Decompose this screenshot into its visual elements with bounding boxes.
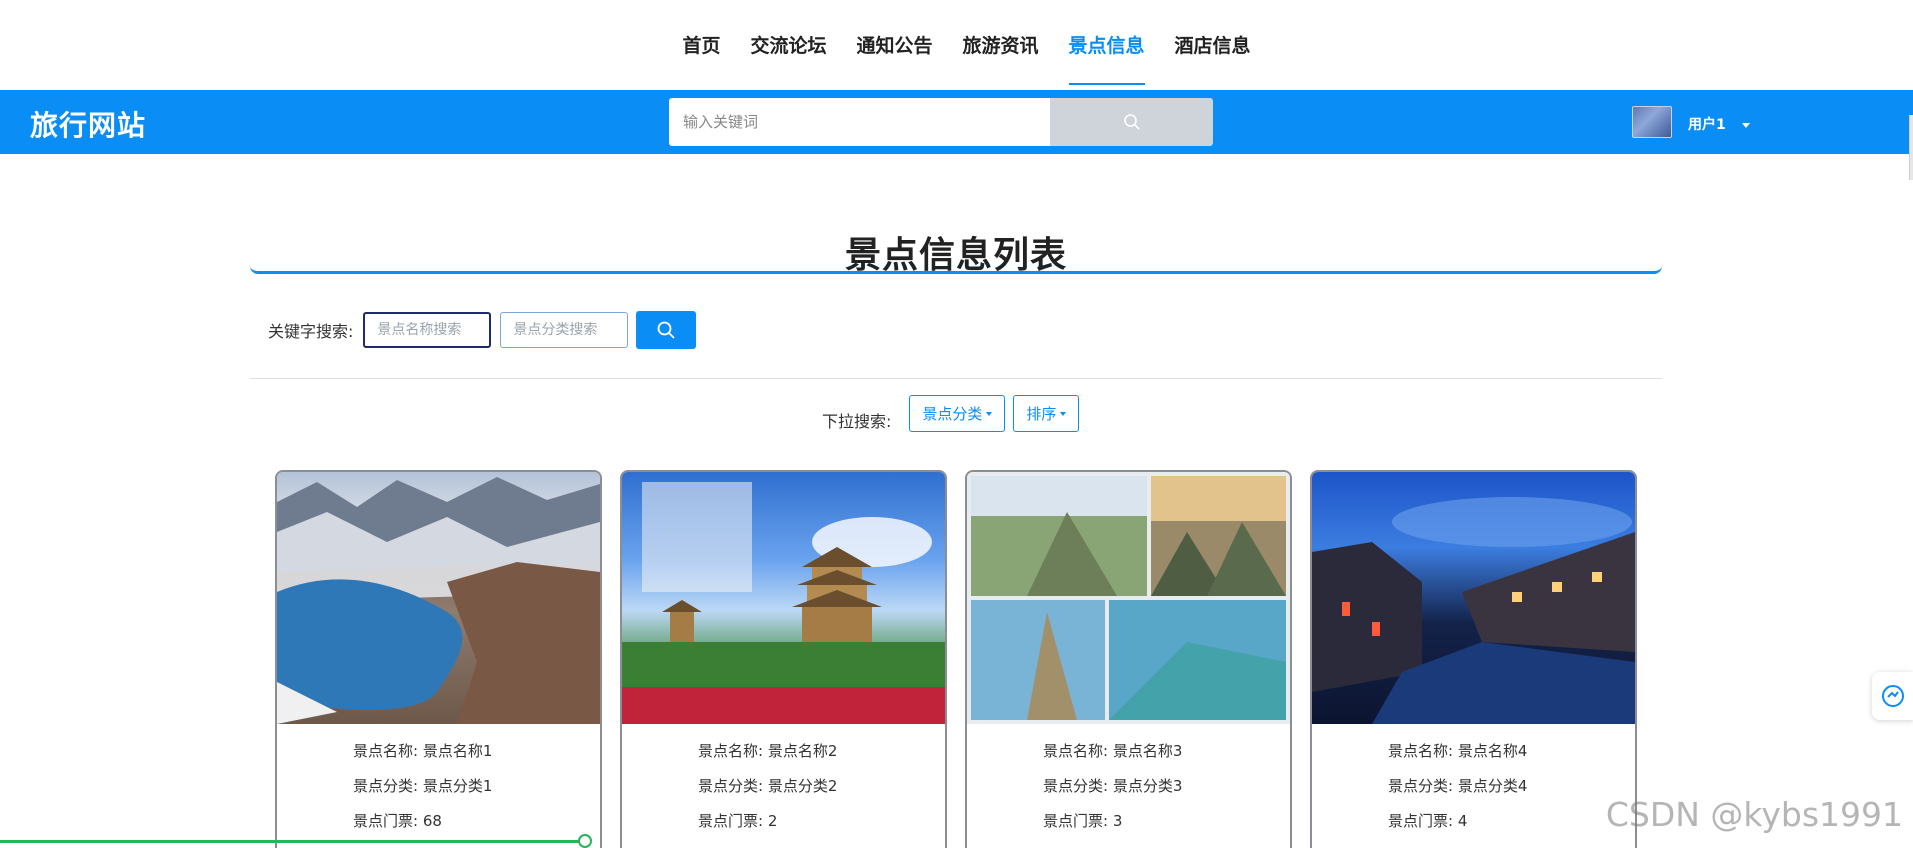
header-search-button[interactable] bbox=[1050, 98, 1213, 146]
spot-category-row: 景点分类: 景点分类2 bbox=[698, 769, 945, 804]
page-title: 景点信息列表 bbox=[844, 235, 1067, 276]
category-dropdown-label: 景点分类 bbox=[922, 405, 983, 423]
spot-category-label: 景点分类: bbox=[353, 777, 419, 795]
landscape-illustration bbox=[277, 477, 600, 724]
spot-price-value: 3 bbox=[1112, 812, 1123, 830]
spot-price-value: 68 bbox=[422, 812, 442, 830]
keyword-search-label: 关键字搜索: bbox=[268, 322, 354, 341]
chevron-down-icon bbox=[986, 411, 993, 416]
spot-category-row: 景点分类: 景点分类3 bbox=[1043, 769, 1290, 804]
spot-name-row: 景点名称: 景点名称3 bbox=[1043, 734, 1290, 769]
spot-category-label: 景点分类: bbox=[1043, 777, 1109, 795]
spot-price-value: 4 bbox=[1457, 812, 1468, 830]
spot-card[interactable]: 景点名称: 景点名称1 景点分类: 景点分类1 景点门票: 68 bbox=[275, 470, 602, 848]
nav-item-scenic-spots[interactable]: 景点信息 bbox=[1054, 0, 1160, 90]
spot-price-row: 景点门票: 2 bbox=[698, 804, 945, 839]
search-icon bbox=[658, 321, 676, 339]
category-dropdown-button[interactable]: 景点分类 bbox=[909, 395, 1006, 432]
spot-card[interactable]: 景点名称: 景点名称4 景点分类: 景点分类4 景点门票: 4 bbox=[1310, 470, 1637, 848]
search-icon bbox=[1123, 114, 1140, 130]
floating-assistant-button[interactable] bbox=[1872, 672, 1913, 720]
header-search-input[interactable] bbox=[669, 98, 1050, 146]
nav-item-home[interactable]: 首页 bbox=[667, 0, 735, 90]
divider bbox=[250, 378, 1662, 379]
spot-image-collage bbox=[967, 472, 1290, 724]
spot-name-row: 景点名称: 景点名称1 bbox=[353, 734, 600, 769]
spot-info: 景点名称: 景点名称1 景点分类: 景点分类1 景点门票: 68 bbox=[277, 724, 600, 839]
title-underline: 景点信息列表 bbox=[250, 218, 1662, 276]
sort-dropdown-button[interactable]: 排序 bbox=[1013, 395, 1080, 432]
spot-category-search-input[interactable] bbox=[500, 312, 629, 348]
site-logo-text[interactable]: 旅行网站 bbox=[30, 104, 146, 144]
assistant-icon bbox=[1882, 685, 1904, 707]
spot-name-value: 景点名称1 bbox=[422, 742, 493, 760]
video-progress-bar[interactable] bbox=[0, 840, 585, 843]
landscape-illustration bbox=[971, 476, 1286, 720]
spot-price-label: 景点门票: bbox=[1043, 812, 1109, 830]
spot-info: 景点名称: 景点名称2 景点分类: 景点分类2 景点门票: 2 bbox=[622, 724, 945, 839]
spot-image-water-town bbox=[1312, 472, 1635, 724]
avatar bbox=[1632, 106, 1672, 138]
spot-price-value: 2 bbox=[767, 812, 778, 830]
spot-name-value: 景点名称4 bbox=[1457, 742, 1528, 760]
spot-card[interactable]: 景点名称: 景点名称2 景点分类: 景点分类2 景点门票: 2 bbox=[620, 470, 947, 848]
spot-category-label: 景点分类: bbox=[698, 777, 764, 795]
spot-price-row: 景点门票: 4 bbox=[1388, 804, 1635, 839]
spot-category-value: 景点分类1 bbox=[422, 777, 493, 795]
dropdown-search-row: 下拉搜索: 景点分类 排序 bbox=[822, 395, 1080, 432]
spot-name-label: 景点名称: bbox=[353, 742, 419, 760]
landscape-illustration bbox=[1312, 497, 1635, 724]
spot-info: 景点名称: 景点名称3 景点分类: 景点分类3 景点门票: 3 bbox=[967, 724, 1290, 839]
landscape-illustration bbox=[622, 482, 945, 724]
user-name: 用户1 bbox=[1688, 117, 1726, 133]
spot-category-value: 景点分类2 bbox=[767, 777, 838, 795]
nav-item-forum[interactable]: 交流论坛 bbox=[735, 0, 841, 90]
sort-dropdown-label: 排序 bbox=[1026, 405, 1057, 423]
video-progress-handle[interactable] bbox=[578, 834, 592, 848]
spot-card-list: 景点名称: 景点名称1 景点分类: 景点分类1 景点门票: 68 景点名称: 景… bbox=[275, 470, 1637, 848]
user-menu[interactable]: 用户1 bbox=[1632, 98, 1750, 138]
nav-item-travel-news[interactable]: 旅游资讯 bbox=[948, 0, 1054, 90]
keyword-search-button[interactable] bbox=[636, 311, 697, 349]
spot-category-value: 景点分类4 bbox=[1457, 777, 1528, 795]
watermark: CSDN @kybs1991 bbox=[1605, 795, 1903, 834]
nav-item-notice[interactable]: 通知公告 bbox=[841, 0, 947, 90]
spot-name-label: 景点名称: bbox=[1388, 742, 1454, 760]
top-navigation: 首页 交流论坛 通知公告 旅游资讯 景点信息 酒店信息 bbox=[0, 0, 1913, 90]
spot-category-label: 景点分类: bbox=[1388, 777, 1454, 795]
chevron-down-icon bbox=[1060, 411, 1067, 416]
spot-info: 景点名称: 景点名称4 景点分类: 景点分类4 景点门票: 4 bbox=[1312, 724, 1635, 839]
header-search bbox=[669, 98, 1213, 146]
spot-price-label: 景点门票: bbox=[353, 812, 419, 830]
nav-list: 首页 交流论坛 通知公告 旅游资讯 景点信息 酒店信息 bbox=[667, 0, 1265, 90]
spot-name-row: 景点名称: 景点名称4 bbox=[1388, 734, 1635, 769]
spot-name-search-input[interactable] bbox=[363, 312, 492, 348]
nav-item-hotels[interactable]: 酒店信息 bbox=[1160, 0, 1266, 90]
spot-image-pagoda bbox=[622, 472, 945, 724]
page: 首页 交流论坛 通知公告 旅游资讯 景点信息 酒店信息 旅行网站 用户1 bbox=[0, 0, 1913, 848]
spot-category-row: 景点分类: 景点分类1 bbox=[353, 769, 600, 804]
spot-name-label: 景点名称: bbox=[1043, 742, 1109, 760]
spot-price-row: 景点门票: 68 bbox=[353, 804, 600, 839]
spot-name-row: 景点名称: 景点名称2 bbox=[698, 734, 945, 769]
dropdown-search-label: 下拉搜索: bbox=[822, 411, 892, 431]
spot-image-snowy-lake bbox=[277, 472, 600, 724]
spot-card[interactable]: 景点名称: 景点名称3 景点分类: 景点分类3 景点门票: 3 bbox=[965, 470, 1292, 848]
spot-name-label: 景点名称: bbox=[698, 742, 764, 760]
scrollbar[interactable] bbox=[1909, 115, 1913, 180]
chevron-down-icon bbox=[1741, 122, 1750, 128]
spot-price-label: 景点门票: bbox=[1388, 812, 1454, 830]
spot-category-row: 景点分类: 景点分类4 bbox=[1388, 769, 1635, 804]
spot-price-label: 景点门票: bbox=[698, 812, 764, 830]
spot-price-row: 景点门票: 3 bbox=[1043, 804, 1290, 839]
spot-category-value: 景点分类3 bbox=[1112, 777, 1183, 795]
keyword-search-row: 关键字搜索: bbox=[268, 311, 697, 349]
header-bar: 旅行网站 用户1 bbox=[0, 90, 1913, 154]
spot-name-value: 景点名称3 bbox=[1112, 742, 1183, 760]
spot-name-value: 景点名称2 bbox=[767, 742, 838, 760]
